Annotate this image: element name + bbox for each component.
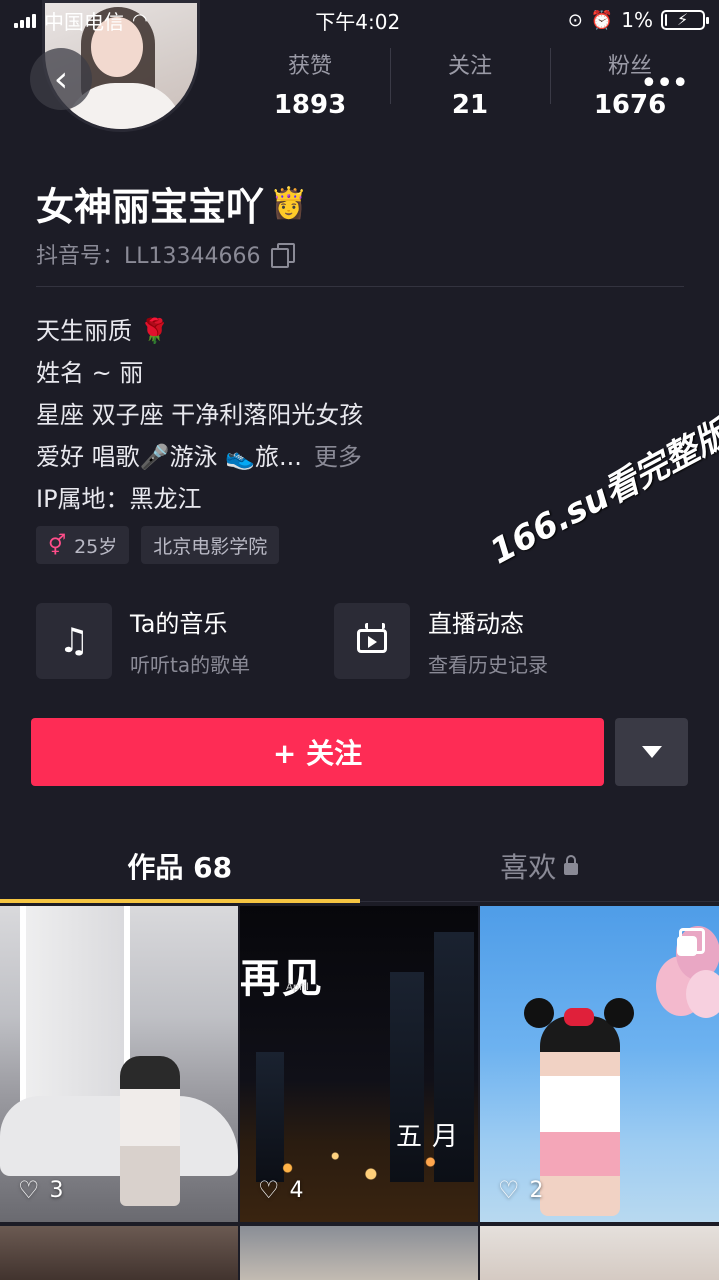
music-card[interactable]: ♫ Ta的音乐 听听ta的歌单 [36, 602, 250, 680]
charging-icon: ⚡ [676, 10, 689, 29]
tab-works[interactable]: 作品 68 [0, 830, 360, 903]
like-count: 2 [529, 1177, 544, 1203]
video-thumbnail[interactable] [0, 1226, 238, 1280]
alarm-icon: ⏰ [590, 9, 614, 31]
more-dots-icon: ••• [640, 66, 689, 101]
stat-following[interactable]: 关注 21 [390, 40, 550, 120]
multi-image-icon [677, 928, 705, 956]
like-count: 3 [49, 1177, 64, 1203]
thumbnail-scene [564, 1008, 594, 1026]
age-tag: ⚥ 25岁 [36, 526, 130, 564]
thumbnail-scene [120, 1056, 180, 1206]
signal-icon [14, 12, 36, 28]
status-bar: 中国电信 ◠ 下午4:02 ⊙ ⏰ 1% ⚡ [0, 0, 719, 40]
bio-line: 爱好 唱歌🎤游泳 👟旅... [36, 443, 302, 471]
tab-likes-label: 喜欢 [500, 850, 557, 884]
lock-icon [564, 854, 579, 875]
bio-line: 姓名 ~ 丽 [36, 359, 144, 387]
overlay-title: 再见 [240, 956, 324, 1002]
lock-rotation-icon: ⊙ [567, 9, 583, 31]
bio-line: 天生丽质 🌹 [36, 317, 170, 345]
video-likes: ♡ 3 [18, 1176, 64, 1204]
tv-icon [334, 603, 410, 679]
status-right: ⊙ ⏰ 1% ⚡ [567, 8, 709, 32]
nickname-text: 女神丽宝宝吖 [36, 185, 265, 229]
video-thumbnail[interactable] [480, 1226, 719, 1280]
stat-value: 21 [451, 90, 489, 120]
overlay-subtitle: April [286, 982, 309, 993]
stat-value: 1893 [273, 90, 347, 120]
school-text: 北京电影学院 [153, 535, 268, 558]
thumbnail-scene [0, 1096, 238, 1176]
status-left: 中国电信 ◠ [14, 6, 148, 35]
bio-line: 星座 双子座 干净利落阳光女孩 [36, 401, 364, 429]
like-count: 4 [289, 1177, 304, 1203]
video-thumbnail[interactable]: ♡ 3 [0, 906, 238, 1222]
video-thumbnail[interactable]: 再见 April 五月 ♡ 4 [240, 906, 478, 1222]
profile-stats: 获赞 1893 关注 21 粉丝 1676 [230, 40, 710, 120]
female-icon: ⚥ [48, 533, 67, 557]
crown-icon: 👸 [270, 186, 308, 221]
stat-likes[interactable]: 获赞 1893 [230, 40, 390, 120]
battery-fill [664, 14, 667, 26]
recommend-dropdown-button[interactable] [615, 718, 688, 786]
follow-button[interactable]: + 关注 [31, 718, 604, 786]
thumbnail-scene [686, 970, 719, 1018]
carrier-label: 中国电信 [44, 9, 124, 34]
tab-likes[interactable]: 喜欢 [360, 830, 719, 901]
music-card-subtitle: 听听ta的歌单 [130, 653, 251, 677]
video-likes: ♡ 4 [258, 1176, 304, 1204]
overlay-month: 五月 [395, 1122, 468, 1152]
back-button[interactable]: ‹ [30, 48, 92, 110]
bio-more-link[interactable]: 更多 [314, 443, 362, 471]
caret-down-icon [641, 746, 662, 758]
douyin-id: 抖音号：LL13344666 [36, 238, 295, 270]
status-time: 下午4:02 [315, 9, 401, 34]
video-thumbnail[interactable]: ♡ 2 [480, 906, 719, 1222]
school-tag[interactable]: 北京电影学院 [141, 526, 280, 564]
tab-works-label: 作品 68 [127, 850, 233, 884]
video-thumbnail[interactable] [240, 1226, 478, 1280]
wifi-icon: ◠ [132, 9, 148, 31]
stat-label: 关注 [447, 54, 492, 79]
divider [36, 286, 684, 287]
heart-icon: ♡ [18, 1176, 40, 1204]
live-card-subtitle: 查看历史记录 [428, 653, 548, 677]
video-grid: ♡ 3 再见 April 五月 ♡ 4 ♡ 2 [0, 906, 719, 1280]
video-likes: ♡ 2 [498, 1176, 544, 1204]
chevron-left-icon: ‹ [53, 58, 69, 100]
feature-cards: ♫ Ta的音乐 听听ta的歌单 直播动态 查看历史记录 [36, 602, 684, 680]
copy-icon[interactable] [270, 243, 295, 268]
thumbnail-scene [540, 1016, 620, 1216]
content-tabs: 作品 68 喜欢 [0, 830, 719, 903]
live-card-title: 直播动态 [428, 610, 524, 638]
heart-icon: ♡ [498, 1176, 520, 1204]
profile-tags: ⚥ 25岁 北京电影学院 [36, 526, 280, 564]
music-card-title: Ta的音乐 [130, 610, 228, 638]
music-note-icon: ♫ [36, 603, 112, 679]
battery-icon: ⚡ [660, 10, 709, 30]
stat-label: 获赞 [287, 54, 332, 79]
douyin-id-text: 抖音号：LL13344666 [36, 244, 261, 269]
battery-percent: 1% [621, 8, 653, 32]
heart-icon: ♡ [258, 1176, 280, 1204]
more-button[interactable]: ••• [640, 66, 689, 101]
profile-nickname: 女神丽宝宝吖 👸 [36, 176, 307, 231]
live-card[interactable]: 直播动态 查看历史记录 [334, 602, 548, 680]
age-text: 25岁 [74, 535, 118, 558]
